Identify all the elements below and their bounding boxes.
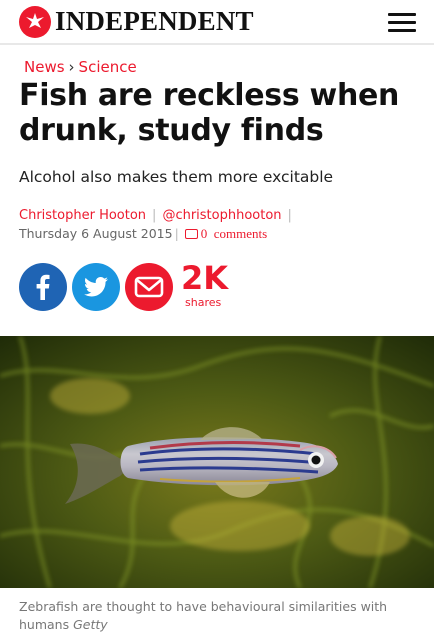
article-standfirst: Alcohol also makes them more excitable	[19, 168, 334, 186]
comments-label: comments	[213, 226, 268, 241]
comments-link[interactable]: 0 comments	[184, 226, 268, 241]
zebrafish-photo	[0, 336, 434, 588]
breadcrumb-news-link[interactable]: News	[24, 58, 65, 76]
dateline: Thursday 6 August 2015 | 0 comments	[19, 226, 268, 241]
image-caption: Zebrafish are thought to have behavioura…	[19, 598, 419, 634]
author-link[interactable]: Christopher Hooton	[19, 208, 146, 223]
email-icon	[134, 276, 164, 298]
breadcrumb: News › Science	[24, 58, 137, 76]
eagle-logo-icon[interactable]	[19, 6, 51, 38]
breadcrumb-separator: ›	[68, 58, 75, 76]
publish-date: Thursday 6 August 2015	[19, 226, 173, 241]
article-headline: Fish are reckless when drunk, study find…	[19, 78, 400, 148]
share-count-label: shares	[185, 296, 222, 309]
byline: Christopher Hooton | @christophhooton |	[19, 208, 292, 223]
brand-logo[interactable]: INDEPENDENT	[55, 6, 254, 37]
facebook-share-button[interactable]	[19, 263, 67, 311]
breadcrumb-science-link[interactable]: Science	[79, 58, 137, 76]
twitter-share-button[interactable]	[72, 263, 120, 311]
comments-count: 0	[200, 226, 208, 241]
masthead: INDEPENDENT	[0, 0, 434, 45]
caption-credit: Getty	[73, 617, 108, 632]
comment-icon	[184, 229, 198, 239]
hamburger-menu-icon[interactable]	[388, 13, 416, 33]
share-count: 2K	[181, 259, 229, 297]
email-share-button[interactable]	[125, 263, 173, 311]
author-twitter-link[interactable]: @christophhooton	[162, 208, 281, 223]
facebook-icon	[36, 274, 50, 300]
twitter-icon	[84, 277, 108, 297]
